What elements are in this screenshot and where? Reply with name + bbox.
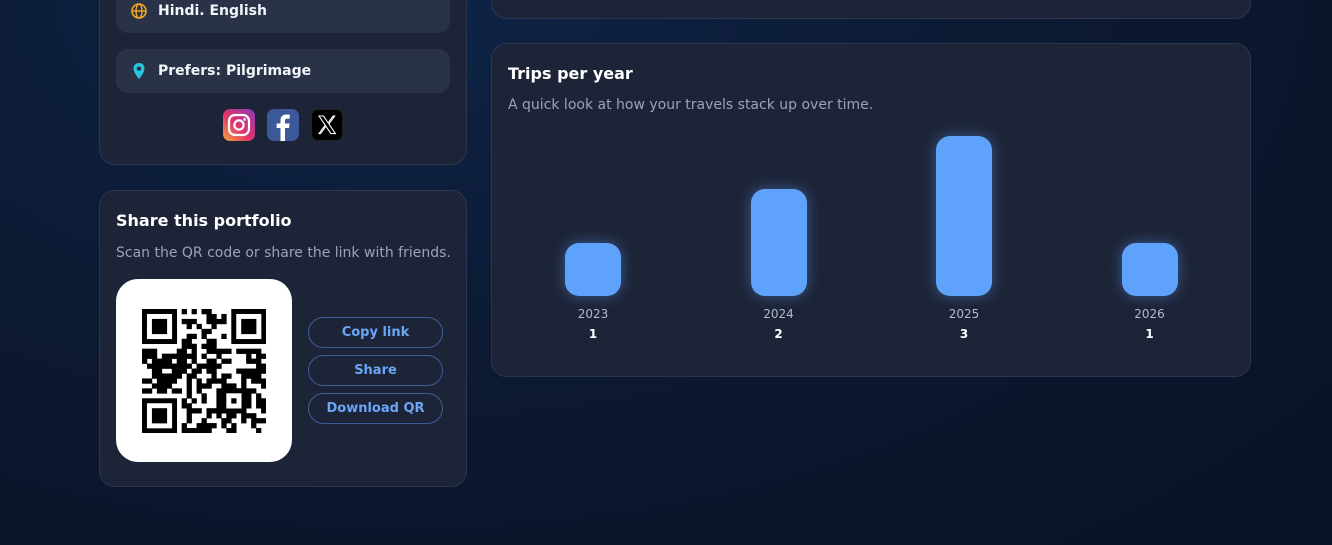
trips-chart-card: Trips per year A quick look at how your … (491, 43, 1251, 377)
x-icon[interactable] (311, 109, 343, 141)
bar-value-2023: 1 (588, 327, 598, 341)
share-button[interactable]: Share (308, 355, 443, 386)
bar-value-2026: 1 (1145, 327, 1154, 341)
bar-2023 (565, 242, 621, 296)
bar-label-2024: 2024 (763, 307, 794, 321)
bar-label-2023: 2023 (577, 307, 609, 321)
bar-2024 (750, 189, 807, 296)
bar-value-2024: 2 (774, 327, 783, 341)
share-card: Share this portfolio Scan the QR code or… (99, 190, 467, 487)
top-right-card (491, 0, 1251, 19)
location-pin-icon (130, 62, 148, 80)
qr-code-image (142, 308, 266, 433)
share-subtitle: Scan the QR code or share the link with … (116, 245, 451, 261)
languages-pill: Hindi. English (116, 0, 450, 33)
trips-bar-chart: 2023 1 2024 2 2025 3 2026 1 (492, 44, 1252, 378)
languages-label: Hindi. English (158, 3, 267, 19)
bar-value-2025: 3 (959, 327, 969, 341)
share-actions: Copy link Share Download QR (308, 317, 443, 424)
qr-code (116, 279, 292, 462)
globe-icon (130, 2, 148, 20)
instagram-icon[interactable] (223, 109, 255, 141)
prefers-label: Prefers: Pilgrimage (158, 63, 312, 79)
bar-label-2025: 2025 (948, 307, 980, 321)
share-title: Share this portfolio (116, 211, 292, 230)
prefers-pill: Prefers: Pilgrimage (116, 49, 450, 93)
profile-card: Hindi. English Prefers: Pilgrimage (99, 0, 467, 165)
download-qr-button[interactable]: Download QR (308, 393, 443, 424)
bar-2026 (1121, 242, 1178, 296)
facebook-icon[interactable] (267, 109, 299, 141)
bar-2025 (936, 136, 992, 296)
social-links (223, 109, 343, 141)
bar-label-2026: 2026 (1134, 307, 1165, 321)
copy-link-button[interactable]: Copy link (308, 317, 443, 348)
